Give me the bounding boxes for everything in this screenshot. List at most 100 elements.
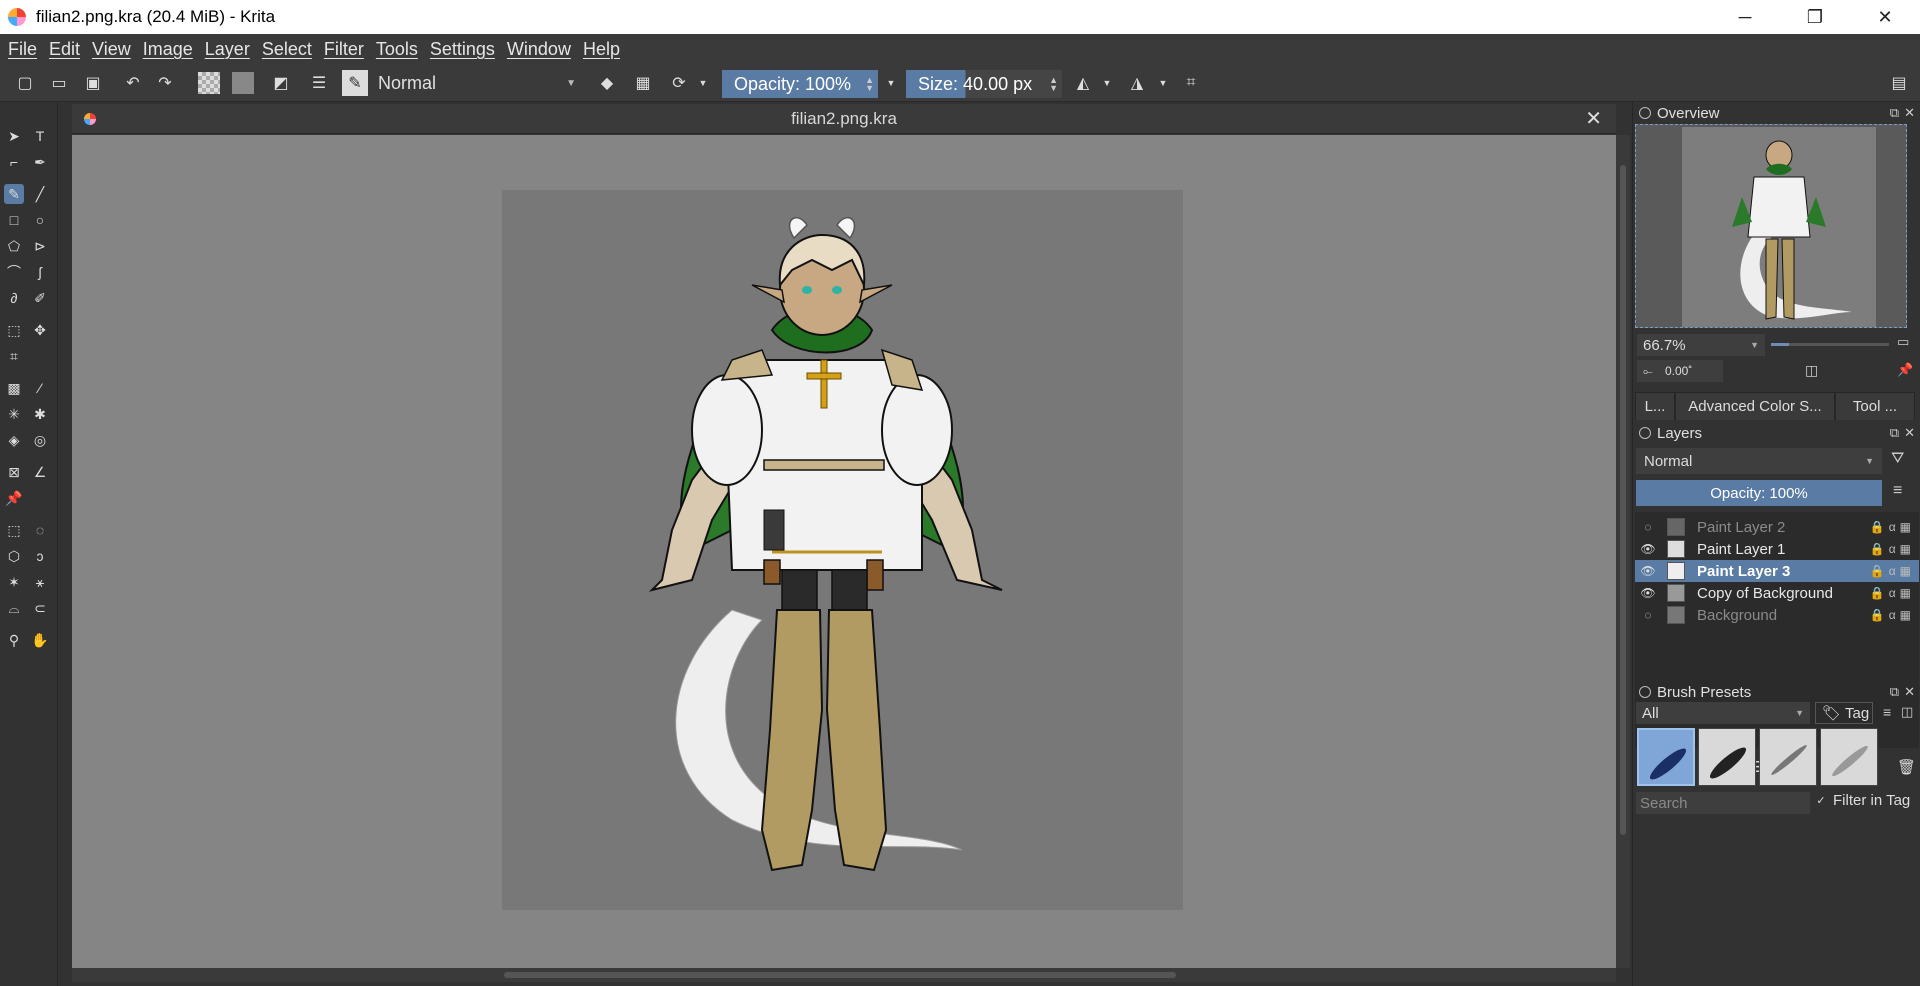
- chevron-down-icon[interactable]: ▼: [696, 70, 710, 96]
- eraser-icon[interactable]: ◆: [594, 70, 620, 96]
- similar-selection-icon[interactable]: ⚹: [30, 572, 50, 592]
- chevron-down-icon[interactable]: ▼: [884, 70, 898, 96]
- menu-settings[interactable]: Settings: [430, 39, 495, 60]
- float-panel-icon[interactable]: ⧉: [1890, 105, 1899, 121]
- brush-preset-item[interactable]: [1820, 728, 1878, 786]
- text-tool-icon[interactable]: T: [30, 126, 50, 146]
- filter-icon[interactable]: ⛛: [1891, 450, 1904, 468]
- rectangular-selection-icon[interactable]: ⬚: [4, 520, 24, 540]
- tag-button[interactable]: 🏷 Tag: [1815, 702, 1873, 724]
- layer-flags-icon[interactable]: 🔒α▦: [1870, 586, 1915, 600]
- menu-edit[interactable]: Edit: [49, 39, 80, 60]
- edit-shapes-tool-icon[interactable]: ⌐: [4, 152, 24, 172]
- scroll-thumb[interactable]: [504, 972, 1176, 978]
- close-panel-icon[interactable]: ✕: [1904, 425, 1915, 441]
- artboard[interactable]: [502, 190, 1183, 910]
- save-icon[interactable]: ▣: [80, 70, 106, 96]
- layer-opacity-slider[interactable]: Opacity: 100%: [1636, 480, 1882, 506]
- polygon-tool-icon[interactable]: ⬠: [4, 236, 24, 256]
- undo-icon[interactable]: ↶: [120, 70, 146, 96]
- zoom-slider[interactable]: [1771, 343, 1889, 346]
- brush-preset-icon[interactable]: ✎: [342, 70, 368, 96]
- dynamic-brush-tool-icon[interactable]: ∂: [4, 288, 24, 308]
- delete-layer-icon[interactable]: 🗑: [1897, 758, 1916, 776]
- menu-tools[interactable]: Tools: [376, 39, 418, 60]
- freehand-brush-tool-icon[interactable]: ✎: [4, 184, 24, 204]
- layer-options-menu-icon[interactable]: ≡: [1893, 482, 1902, 500]
- open-folder-icon[interactable]: ▭: [46, 70, 72, 96]
- brush-preset-item[interactable]: [1698, 728, 1756, 786]
- menu-filter[interactable]: Filter: [324, 39, 364, 60]
- freehand-path-tool-icon[interactable]: ʃ: [30, 262, 50, 282]
- rectangle-tool-icon[interactable]: □: [4, 210, 24, 230]
- bezier-tool-icon[interactable]: ⌒: [4, 262, 24, 282]
- enclose-fill-tool-icon[interactable]: ◎: [30, 430, 50, 450]
- transform-tool-icon[interactable]: ⬚: [4, 320, 24, 340]
- pattern-swatch[interactable]: [232, 72, 254, 94]
- vertical-scrollbar[interactable]: [1616, 135, 1630, 968]
- brush-tag-select[interactable]: All ▼: [1636, 702, 1810, 724]
- maximize-button[interactable]: ❐: [1780, 0, 1850, 34]
- menu-view[interactable]: View: [92, 39, 131, 60]
- reload-preset-icon[interactable]: ⟳: [666, 70, 692, 96]
- layer-flags-icon[interactable]: 🔒α▦: [1870, 564, 1915, 578]
- float-panel-icon[interactable]: ⧉: [1890, 425, 1899, 441]
- fill-tool-icon[interactable]: ◈: [4, 430, 24, 450]
- polygonal-selection-icon[interactable]: ⬡: [4, 546, 24, 566]
- menu-image[interactable]: Image: [143, 39, 193, 60]
- polyline-tool-icon[interactable]: ⊳: [30, 236, 50, 256]
- horizontal-scrollbar[interactable]: [72, 968, 1616, 982]
- pin-icon[interactable]: [1639, 427, 1651, 439]
- tab-advanced-color-selector[interactable]: Advanced Color S...: [1675, 392, 1835, 420]
- layer-flags-icon[interactable]: 🔒α▦: [1870, 608, 1915, 622]
- size-slider[interactable]: Size: 40.00 px ▲ ▼: [906, 70, 1062, 98]
- workspace-chooser-icon[interactable]: ▤: [1886, 70, 1912, 96]
- line-tool-icon[interactable]: ╱: [30, 184, 50, 204]
- layer-row[interactable]: ◌ Background 🔒α▦: [1635, 604, 1919, 626]
- opacity-slider[interactable]: Opacity: 100% ▲ ▼: [722, 70, 878, 98]
- overview-preview[interactable]: [1635, 124, 1907, 328]
- smart-patch-tool-icon[interactable]: ✱: [30, 404, 50, 424]
- pin-icon[interactable]: [1639, 107, 1651, 119]
- new-document-icon[interactable]: ▢: [12, 70, 38, 96]
- color-picker-tool-icon[interactable]: ⁄: [30, 378, 50, 398]
- menu-window[interactable]: Window: [507, 39, 571, 60]
- layer-row[interactable]: ◌ Paint Layer 2 🔒α▦: [1635, 516, 1919, 538]
- visible-eye-icon[interactable]: 👁: [1640, 542, 1655, 556]
- layer-row[interactable]: 👁 Copy of Background 🔒α▦: [1635, 582, 1919, 604]
- colorize-mask-tool-icon[interactable]: ✳: [4, 404, 24, 424]
- wrap-around-icon[interactable]: ⌗: [1178, 70, 1204, 96]
- layer-row[interactable]: 👁 Paint Layer 1 🔒α▦: [1635, 538, 1919, 560]
- chevron-down-icon[interactable]: ▼: [1100, 70, 1114, 96]
- chevron-down-icon[interactable]: ▼: [1156, 70, 1170, 96]
- alpha-lock-icon[interactable]: ▦: [630, 70, 656, 96]
- magnetic-selection-icon[interactable]: ⊂: [30, 598, 50, 618]
- redo-icon[interactable]: ↷: [152, 70, 178, 96]
- zoom-tool-icon[interactable]: ⚲: [4, 630, 24, 650]
- calligraphy-tool-icon[interactable]: ✒: [30, 152, 50, 172]
- visible-eye-icon[interactable]: 👁: [1640, 564, 1655, 578]
- layer-flags-icon[interactable]: 🔒α▦: [1870, 542, 1915, 556]
- mirror-horizontal-icon[interactable]: ◭: [1070, 70, 1096, 96]
- close-window-button[interactable]: ✕: [1850, 0, 1920, 34]
- spin-arrows-icon[interactable]: ▲ ▼: [865, 76, 874, 93]
- float-panel-icon[interactable]: ⧉: [1890, 684, 1899, 700]
- minimize-button[interactable]: ─: [1710, 0, 1780, 34]
- crop-tool-icon[interactable]: ⌗: [4, 346, 24, 366]
- fg-bg-color-icon[interactable]: ◩: [268, 70, 294, 96]
- pin-view-icon[interactable]: 📌: [1897, 362, 1913, 378]
- reference-images-tool-icon[interactable]: 📌: [4, 488, 24, 508]
- layer-flags-icon[interactable]: 🔒α▦: [1870, 520, 1915, 534]
- close-panel-icon[interactable]: ✕: [1904, 105, 1915, 121]
- scroll-thumb[interactable]: [1620, 165, 1626, 835]
- move-tool-icon[interactable]: ✥: [30, 320, 50, 340]
- contiguous-selection-icon[interactable]: ✶: [4, 572, 24, 592]
- ellipse-tool-icon[interactable]: ○: [30, 210, 50, 230]
- pin-icon[interactable]: [1639, 686, 1651, 698]
- brush-preset-item[interactable]: [1759, 728, 1817, 786]
- blend-mode-select[interactable]: Normal ▼: [370, 70, 584, 96]
- menu-help[interactable]: Help: [583, 39, 620, 60]
- hidden-eye-icon[interactable]: ◌: [1641, 520, 1655, 534]
- document-tab[interactable]: filian2.png.kra ✕: [72, 104, 1616, 134]
- view-options-icon[interactable]: ≡: [1883, 704, 1891, 720]
